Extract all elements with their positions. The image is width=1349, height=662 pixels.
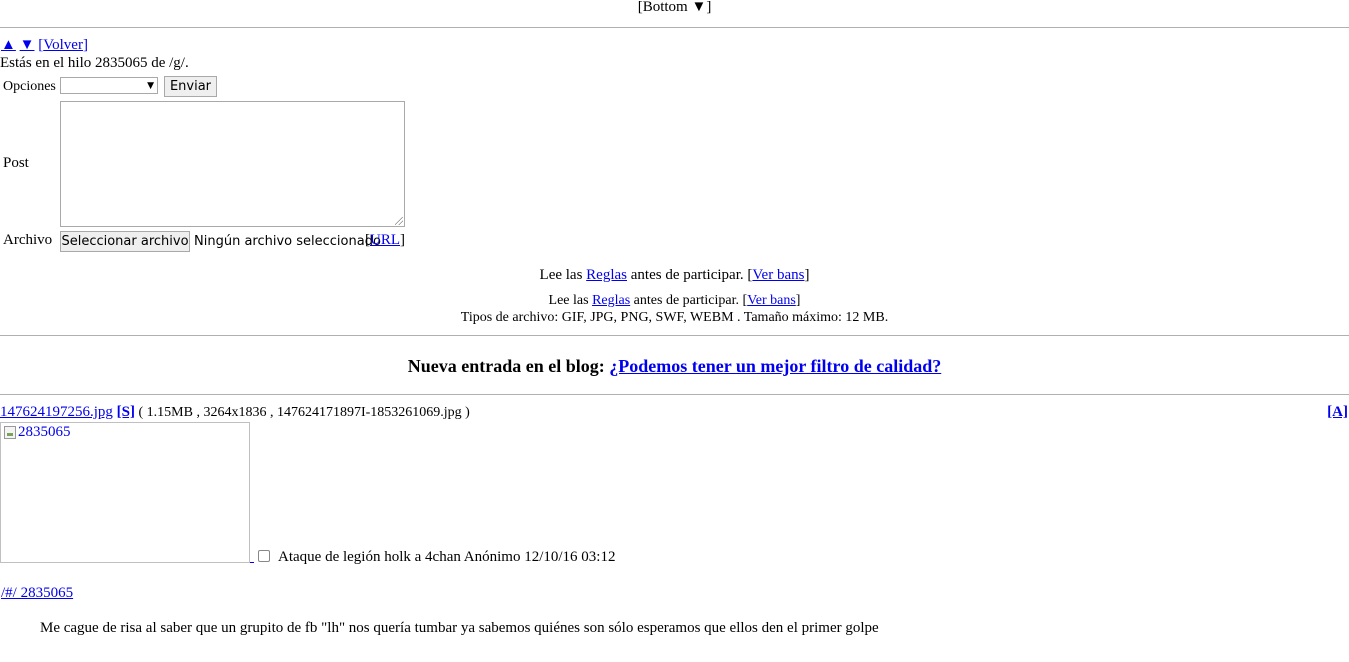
post-checkbox[interactable] [258,550,270,562]
s-link[interactable]: [S] [117,404,135,420]
bracket-close: ] [706,0,712,15]
image-alt: 2835065 [18,424,71,440]
post-textarea[interactable] [60,101,405,227]
file-name-link[interactable]: 147624197256.jpg [0,404,113,420]
divider-bottom [0,394,1349,395]
divider-top [0,27,1349,28]
blog-announcement: Nueva entrada en el blog: ¿Podemos tener… [407,356,942,376]
thread-info: Estás en el hilo 2835065 de /g/. [0,55,189,71]
divider-middle [0,335,1349,336]
blog-link[interactable]: ¿Podemos tener un mejor filtro de calida… [609,356,941,376]
post-label: Post [3,155,29,171]
post-file-info: 147624197256.jpg [S] ( 1.15MB , 3264x183… [0,404,470,421]
url-wrap: [URL] [365,232,405,248]
arrow-up-icon[interactable]: ▲ [1,37,16,53]
top-nav: [Bottom ▼] [0,0,1349,17]
resize-grip-icon[interactable] [395,217,403,225]
rules-link-2[interactable]: Reglas [592,293,630,308]
rules-link[interactable]: Reglas [586,267,627,283]
rules-line-1: Lee las Reglas antes de participar. [Ver… [539,267,810,283]
back-link[interactable]: [Volver] [38,37,88,53]
file-label: Archivo [3,232,53,248]
a-link[interactable]: [A] [1327,404,1348,421]
post-body: Me cague de risa al saber que un grupito… [40,620,879,636]
post-thumbnail[interactable]: 2835065 [0,422,250,563]
thumb-link-underline [250,562,254,563]
options-label: Opciones [3,79,56,94]
file-status: Ningún archivo seleccionado [194,234,381,249]
file-meta: ( 1.15MB , 3264x1836 , 147624171897I-185… [135,405,470,420]
post-subject-line: Ataque de legión holk a 4chan Anónimo 12… [278,549,616,565]
arrow-down-icon[interactable]: ▼ [691,0,706,15]
send-button[interactable]: Enviar [164,76,217,97]
url-link[interactable]: URL [370,232,400,248]
broken-image-icon [4,426,16,439]
options-select[interactable]: ▼ [60,77,158,94]
file-types: Tipos de archivo: GIF, JPG, PNG, SWF, WE… [460,310,889,325]
select-arrow-icon: ▼ [147,81,154,91]
bans-link[interactable]: Ver bans [752,267,804,283]
bottom-link[interactable]: Bottom [643,0,688,15]
thread-nav: ▲ ▼ [Volver] [1,37,88,54]
rules-line-2: Lee las Reglas antes de participar. [Ver… [548,293,801,308]
post-link[interactable]: /#/ 2835065 [1,585,73,602]
bans-link-2[interactable]: Ver bans [747,293,796,308]
arrow-down-link-icon[interactable]: ▼ [20,37,35,53]
select-file-button[interactable]: Seleccionar archivo [60,231,190,252]
